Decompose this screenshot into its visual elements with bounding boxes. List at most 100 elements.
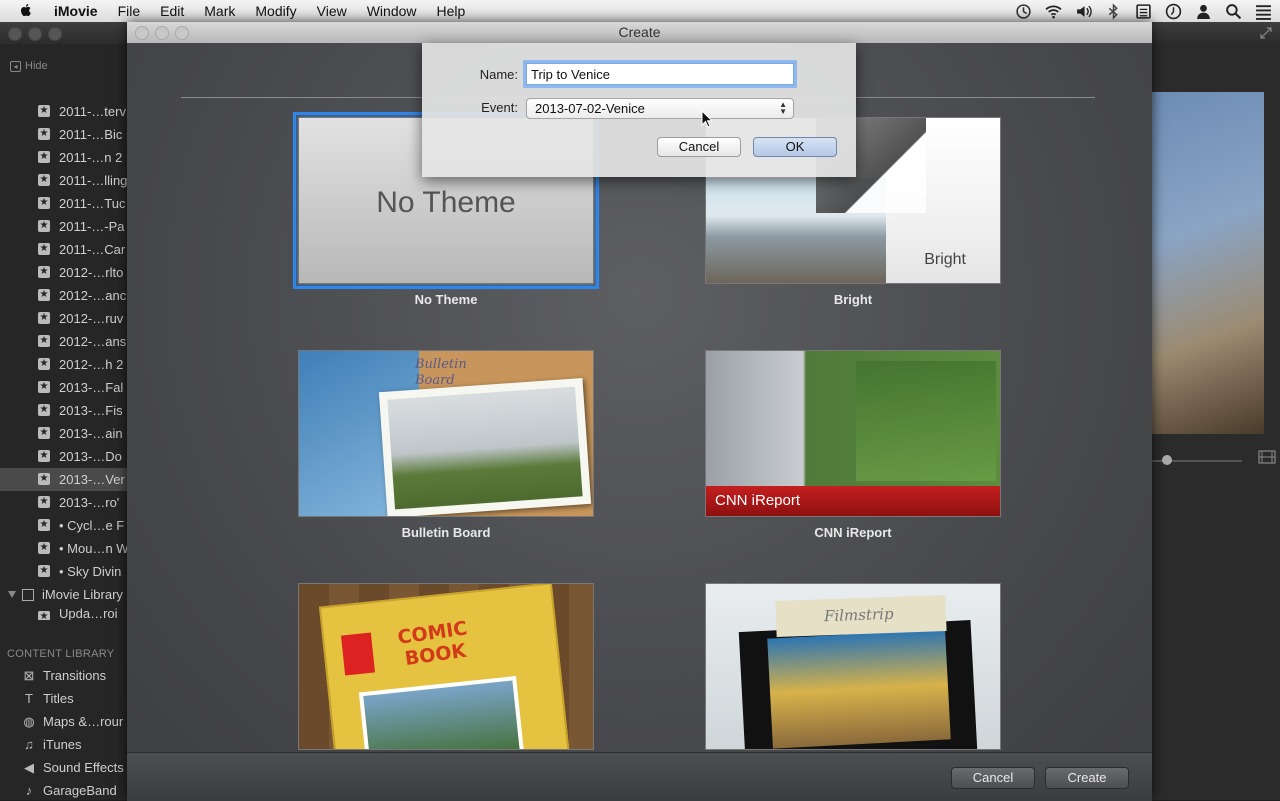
event-label: 2013-…ro' xyxy=(59,495,120,510)
volume-icon[interactable] xyxy=(1074,2,1092,20)
event-item[interactable]: ★ 2011-…n 2 xyxy=(0,146,128,169)
star-icon: ★ xyxy=(38,450,50,462)
filmstrip-settings-icon[interactable] xyxy=(1258,450,1276,464)
close-window-button[interactable] xyxy=(8,27,22,41)
wifi-icon[interactable] xyxy=(1044,2,1062,20)
event-item[interactable]: ★ 2013-…Do xyxy=(0,445,128,468)
event-label: 2011-…lling xyxy=(59,173,128,188)
name-input[interactable] xyxy=(526,63,794,85)
sheet-minimize-button[interactable] xyxy=(155,26,169,40)
sheet-create-button[interactable]: Create xyxy=(1045,767,1129,789)
event-item[interactable]: ★ 2011-…Tuc xyxy=(0,192,128,215)
theme-thumbnail[interactable]: Bulletin Board xyxy=(298,350,594,517)
star-icon: ★ xyxy=(38,220,50,232)
event-item[interactable]: ★ Upda…roi xyxy=(0,606,128,620)
viewer-image xyxy=(1152,92,1264,434)
apple-menu-icon[interactable] xyxy=(18,2,34,18)
sheet-close-button[interactable] xyxy=(135,26,149,40)
star-icon: ★ xyxy=(38,312,50,324)
dialog-ok-button[interactable]: OK xyxy=(753,137,837,157)
event-label: 2013-…ain xyxy=(59,426,123,441)
event-label: 2012-…rlto xyxy=(59,265,124,280)
viewer-pane xyxy=(1152,44,1280,800)
menu-file[interactable]: File xyxy=(108,2,151,20)
content-item-transitions[interactable]: ⊠ Transitions xyxy=(0,664,128,687)
keyboard-icon[interactable] xyxy=(1134,2,1152,20)
event-item[interactable]: ★ 2011-…-Pa xyxy=(0,215,128,238)
theme-bulletin-board[interactable]: Bulletin Board Bulletin Board xyxy=(298,350,594,540)
menu-modify[interactable]: Modify xyxy=(245,2,306,20)
imovie-library-item[interactable]: iMovie Library xyxy=(0,583,128,606)
time-machine-icon[interactable] xyxy=(1014,2,1032,20)
menu-mark[interactable]: Mark xyxy=(194,2,245,20)
star-icon: ★ xyxy=(38,197,50,209)
minimize-window-button[interactable] xyxy=(28,27,42,41)
event-item[interactable]: ★ 2013-…ain xyxy=(0,422,128,445)
sheet-zoom-button[interactable] xyxy=(175,26,189,40)
event-item[interactable]: ★ 2011-…terv xyxy=(0,100,128,123)
event-label: 2013-…Do xyxy=(59,449,122,464)
event-item[interactable]: ★ 2011-…Car xyxy=(0,238,128,261)
theme-cnn-ireport[interactable]: CNN iReport CNN iReport xyxy=(705,350,1001,540)
star-icon: ★ xyxy=(38,381,50,393)
user-icon[interactable] xyxy=(1194,2,1212,20)
content-item-sound-effects[interactable]: ◀ Sound Effects xyxy=(0,756,128,779)
zoom-slider-knob[interactable] xyxy=(1162,455,1172,465)
disclosure-triangle-icon[interactable] xyxy=(8,591,16,598)
event-item[interactable]: ★ 2012-…ans xyxy=(0,330,128,353)
menu-help[interactable]: Help xyxy=(427,2,476,20)
event-item[interactable]: ★ 2013-…ro' xyxy=(0,491,128,514)
zoom-window-button[interactable] xyxy=(48,27,62,41)
music-note-icon: ♫ xyxy=(24,736,34,752)
event-item-selected[interactable]: ★ 2013-…Ver xyxy=(0,468,128,491)
event-label: 2011-…-Pa xyxy=(59,219,125,234)
app-menu[interactable]: iMovie xyxy=(54,2,108,20)
theme-label: CNN iReport xyxy=(814,525,892,540)
menu-edit[interactable]: Edit xyxy=(150,2,194,20)
dialog-cancel-button[interactable]: Cancel xyxy=(657,137,741,157)
spotlight-icon[interactable] xyxy=(1224,2,1242,20)
theme-comic-book[interactable]: COMIC BOOK xyxy=(298,583,594,750)
star-icon: ★ xyxy=(38,243,50,255)
event-item[interactable]: ★ 2011-…lling xyxy=(0,169,128,192)
event-item[interactable]: ★ • Mou…n W xyxy=(0,537,128,560)
event-select[interactable]: 2013-07-02-Venice ▲ ▼ xyxy=(526,98,794,119)
content-item-garageband[interactable]: ♪ GarageBand xyxy=(0,779,128,800)
star-icon: ★ xyxy=(38,473,50,485)
fullscreen-icon[interactable] xyxy=(1260,27,1272,39)
library-grid-icon xyxy=(22,588,34,601)
list-icon[interactable] xyxy=(1254,2,1272,20)
thumbnail-text: No Theme xyxy=(376,186,516,219)
hide-sidebar-button[interactable]: ◂ Hide xyxy=(10,60,48,72)
create-sheet-titlebar: Create xyxy=(127,22,1152,43)
titles-icon: T xyxy=(25,690,33,706)
clock-icon[interactable] xyxy=(1164,2,1182,20)
theme-thumbnail[interactable]: COMIC BOOK xyxy=(298,583,594,750)
event-label: 2012-…ruv xyxy=(59,311,124,326)
content-item-maps[interactable]: ◍ Maps &…rour xyxy=(0,710,128,733)
bluetooth-icon[interactable] xyxy=(1104,2,1122,20)
theme-thumbnail[interactable]: Filmstrip xyxy=(705,583,1001,750)
event-item[interactable]: ★ 2011-…Bic xyxy=(0,123,128,146)
theme-label: Bright xyxy=(833,292,873,307)
content-item-itunes[interactable]: ♫ iTunes xyxy=(0,733,128,756)
event-item[interactable]: ★ 2013-…Fal xyxy=(0,376,128,399)
theme-thumbnail[interactable]: CNN iReport xyxy=(705,350,1001,517)
guitar-icon: ♪ xyxy=(25,782,33,798)
name-label: Name: xyxy=(479,67,518,82)
theme-filmstrip[interactable]: Filmstrip xyxy=(705,583,1001,750)
event-item[interactable]: ★ • Cycl…e F xyxy=(0,514,128,537)
event-item[interactable]: ★ 2012-…rlto xyxy=(0,261,128,284)
content-item-titles[interactable]: T Titles xyxy=(0,687,128,710)
star-icon: ★ xyxy=(38,358,50,370)
thumbnail-text: Bulletin Board xyxy=(415,357,467,388)
event-item[interactable]: ★ 2013-…Fis xyxy=(0,399,128,422)
event-item[interactable]: ★ 2012-…ruv xyxy=(0,307,128,330)
event-item[interactable]: ★ • Sky Divin xyxy=(0,560,128,583)
event-label: • Mou…n W xyxy=(59,541,128,556)
menu-window[interactable]: Window xyxy=(357,2,427,20)
event-item[interactable]: ★ 2012-…anc xyxy=(0,284,128,307)
event-item[interactable]: ★ 2012-…h 2 xyxy=(0,353,128,376)
sheet-cancel-button[interactable]: Cancel xyxy=(951,767,1035,789)
menu-view[interactable]: View xyxy=(307,2,357,20)
